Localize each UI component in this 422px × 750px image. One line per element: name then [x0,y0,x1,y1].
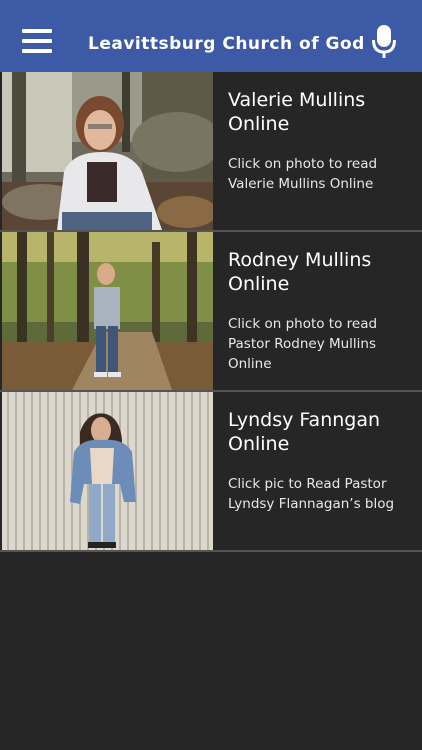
item-title[interactable]: Lyndsy Fanngan Online [228,408,413,456]
blog-list: Valerie Mullins Online Click on photo to… [0,72,422,552]
item-description: Click on photo to read Valerie Mullins O… [228,156,378,192]
item-description: Click pic to Read Pastor Lyndsy Flannaga… [228,476,395,512]
microphone-icon[interactable] [372,25,396,59]
lyndsy-photo[interactable] [2,392,213,550]
rodney-photo[interactable] [2,232,213,390]
item-title[interactable]: Valerie Mullins Online [228,88,413,136]
list-item[interactable]: Valerie Mullins Online Click on photo to… [0,72,422,232]
list-item[interactable]: Lyndsy Fanngan Online Click pic to Read … [0,392,422,552]
list-item[interactable]: Rodney Mullins Online Click on photo to … [0,232,422,392]
item-description: Click on photo to read Pastor Rodney Mul… [228,316,378,372]
valerie-photo[interactable] [2,72,213,230]
app-header: Leavittsburg Church of God [0,0,422,72]
menu-icon[interactable] [22,29,52,55]
item-title[interactable]: Rodney Mullins Online [228,248,413,296]
page-title: Leavittsburg Church of God [88,34,365,54]
